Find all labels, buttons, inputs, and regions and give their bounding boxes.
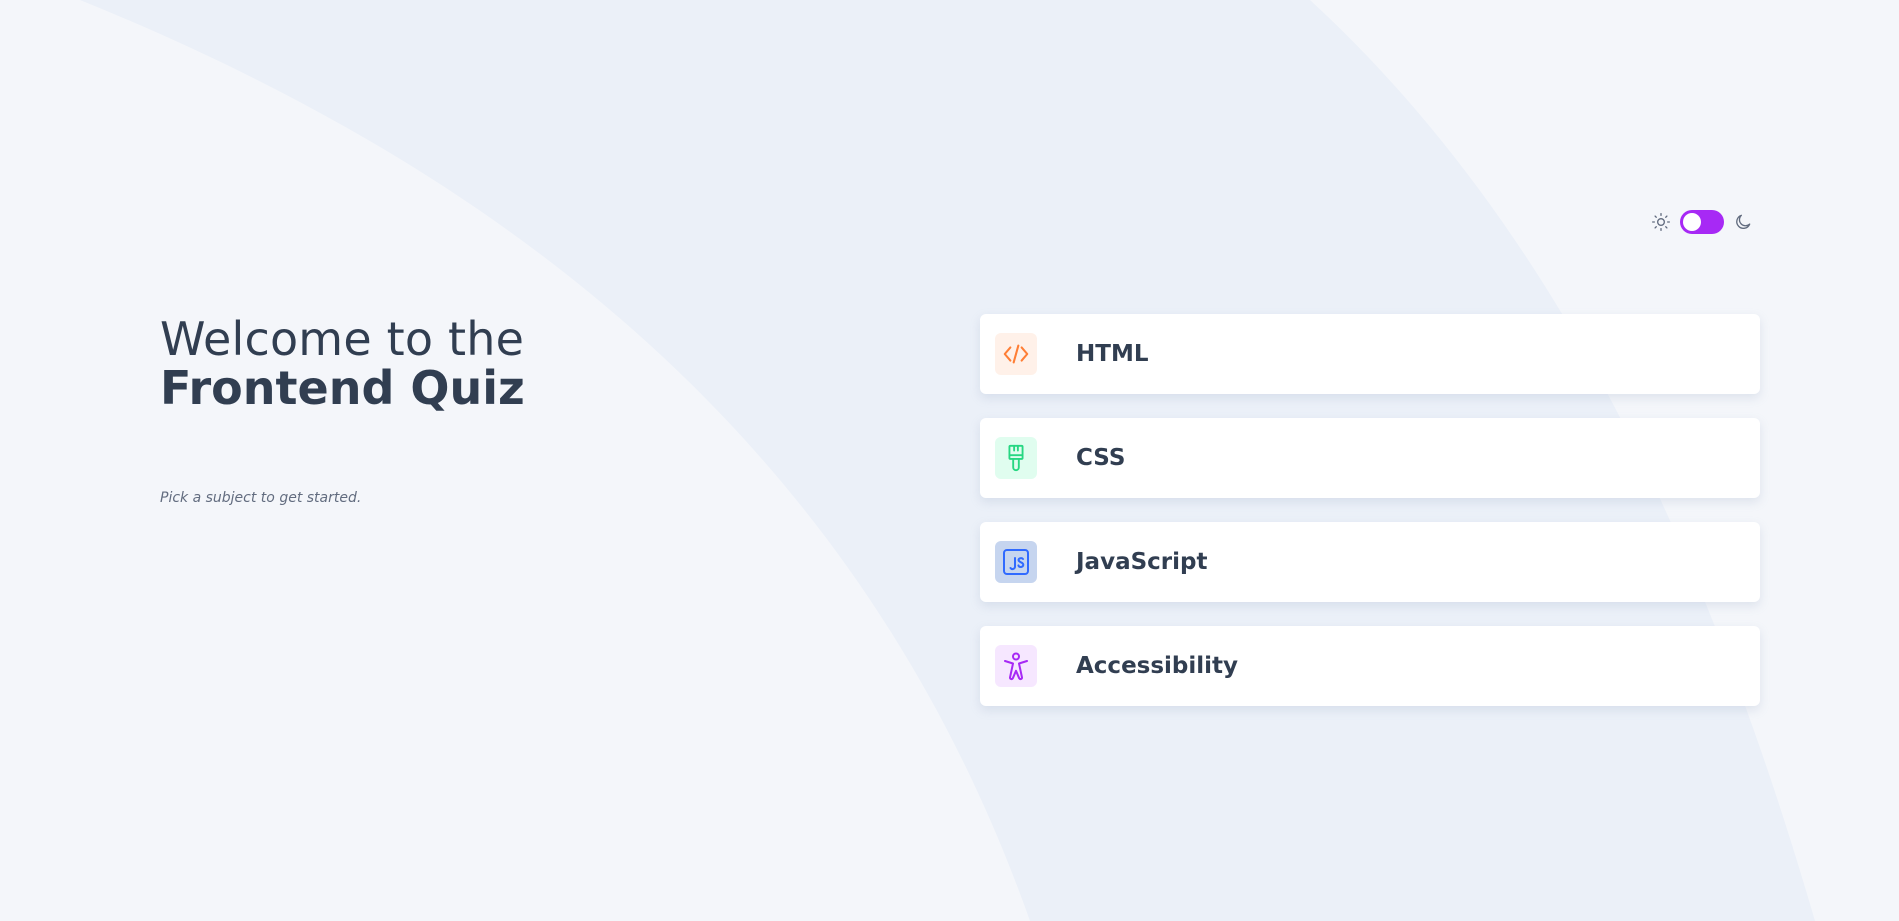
subject-label: CSS [1076, 445, 1126, 471]
page-subtitle: Pick a subject to get started. [160, 490, 362, 506]
theme-switch[interactable] [1680, 210, 1724, 234]
accessibility-icon [995, 645, 1037, 687]
subject-list: HTML CSS JavaScript Accessibility [980, 314, 1760, 706]
theme-toggle [1650, 207, 1760, 237]
subject-html-button[interactable]: HTML [980, 314, 1760, 394]
title-line-1: Welcome to the [160, 312, 525, 366]
sun-icon [1650, 211, 1672, 233]
subject-css-button[interactable]: CSS [980, 418, 1760, 498]
moon-icon [1732, 211, 1754, 233]
js-icon [995, 541, 1037, 583]
subject-label: Accessibility [1076, 653, 1239, 679]
subject-accessibility-button[interactable]: Accessibility [980, 626, 1760, 706]
page: Welcome to the Frontend Quiz Pick a subj… [0, 0, 1899, 921]
paintbrush-icon [995, 437, 1037, 479]
subject-label: JavaScript [1076, 549, 1208, 575]
subject-label: HTML [1076, 341, 1149, 367]
page-title: Welcome to the Frontend Quiz [160, 314, 860, 412]
html-code-icon [995, 333, 1037, 375]
subject-javascript-button[interactable]: JavaScript [980, 522, 1760, 602]
title-line-2: Frontend Quiz [160, 361, 525, 415]
theme-switch-knob [1683, 213, 1701, 231]
